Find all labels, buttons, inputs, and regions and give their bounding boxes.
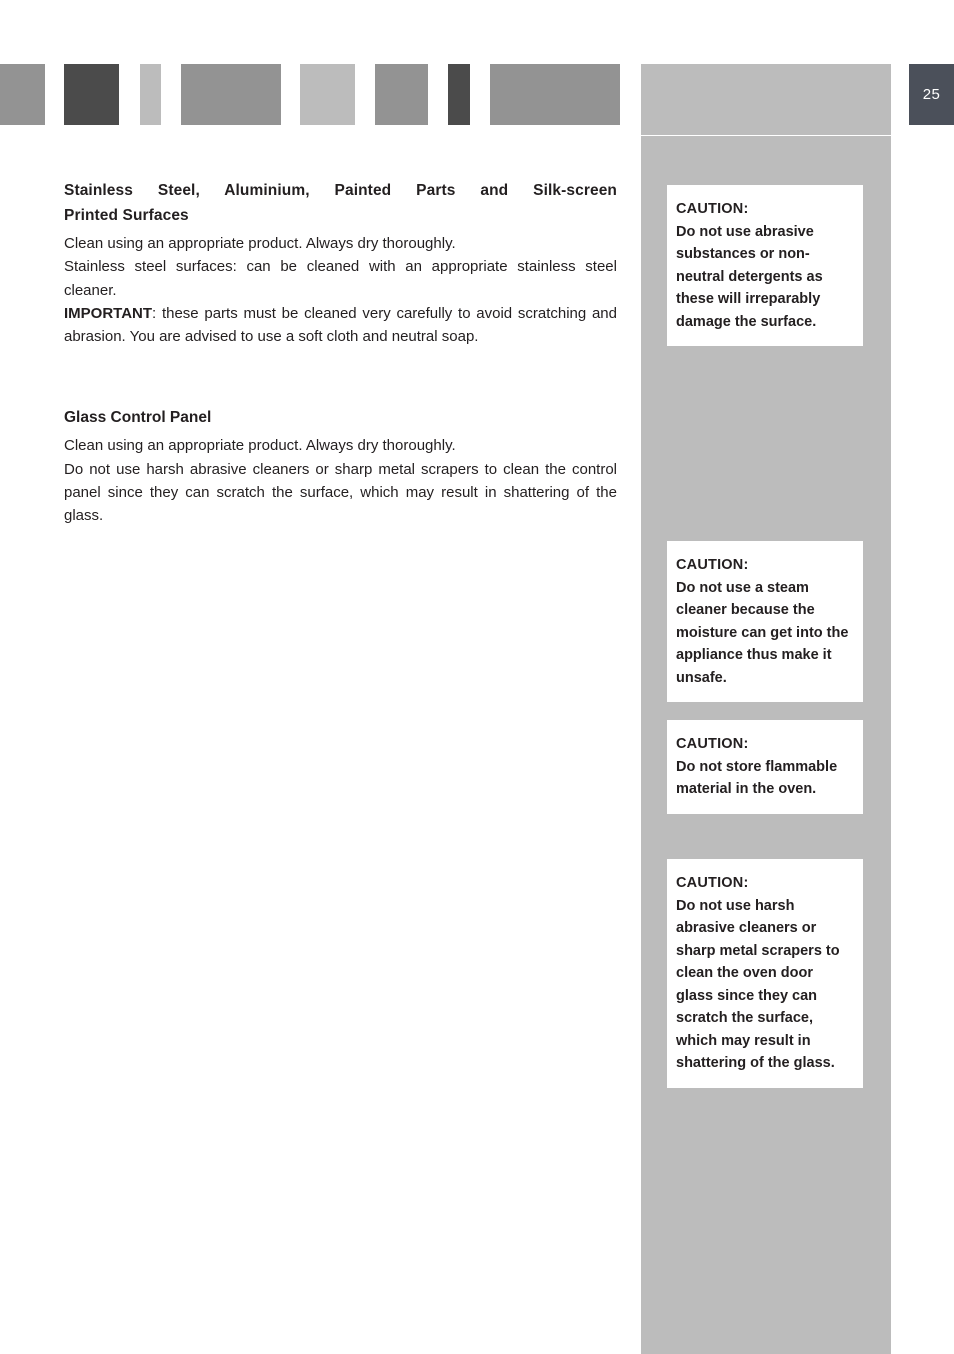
strip-bar-6 <box>375 64 428 125</box>
caution-text: Do not use abrasive substances or non-ne… <box>676 223 823 330</box>
heading-line-1: Stainless Steel, Aluminium, Painted Part… <box>64 182 617 199</box>
strip-bar-4 <box>181 64 281 125</box>
caution-title: CAUTION: <box>676 557 749 573</box>
strip-bar-8 <box>490 64 620 125</box>
section-stainless-steel: Stainless Steel, Aluminium, Painted Part… <box>64 178 617 348</box>
caution-box: CAUTION: Do not use a steam cleaner beca… <box>667 541 863 702</box>
section-heading-stainless-steel: Stainless Steel, Aluminium, Painted Part… <box>64 178 617 228</box>
stainless-paragraph-2-line-1: Stainless steel surfaces: can be cleaned… <box>64 258 617 276</box>
main-content-column: Stainless Steel, Aluminium, Painted Part… <box>64 178 617 528</box>
strip-bar-7 <box>448 64 470 125</box>
caution-box: CAUTION: Do not use harsh abrasive clean… <box>667 859 863 1088</box>
strip-bar-5 <box>300 64 355 125</box>
page-number-badge: 25 <box>909 64 954 125</box>
caution-box: CAUTION: Do not use abrasive substances … <box>667 185 863 346</box>
caution-text: Do not use harsh abrasive cleaners or sh… <box>676 897 840 1072</box>
caution-title: CAUTION: <box>676 736 749 752</box>
important-label: IMPORTANT <box>64 304 153 322</box>
caution-title: CAUTION: <box>676 875 749 891</box>
stainless-paragraph-2: Stainless steel surfaces: can be cleaned… <box>64 255 617 302</box>
top-decorative-strip: 25 <box>0 64 954 136</box>
glass-paragraph-1: Clean using an appropriate product. Alwa… <box>64 437 456 455</box>
strip-bar-3 <box>140 64 161 125</box>
stainless-paragraph-important: IMPORTANT: these parts must be cleaned v… <box>64 302 617 349</box>
stainless-paragraph-2-line-2: cleaner. <box>64 281 117 299</box>
glass-paragraph-2: Do not use harsh abrasive cleaners or sh… <box>64 460 617 525</box>
section-heading-glass-control-panel: Glass Control Panel <box>64 409 212 427</box>
section-glass-control-panel: Glass Control Panel Clean using an appro… <box>64 405 617 527</box>
caution-text: Do not store flammable material in the o… <box>676 758 838 798</box>
caution-text: Do not use a steam cleaner because the m… <box>676 579 849 686</box>
caution-title: CAUTION: <box>676 201 749 217</box>
strip-bar-9 <box>641 64 891 135</box>
page-number-label: 25 <box>922 86 941 103</box>
strip-bar-1 <box>0 64 45 125</box>
heading-line-2: Printed Surfaces <box>64 207 189 224</box>
stainless-paragraph-1: Clean using an appropriate product. Alwa… <box>64 235 456 252</box>
strip-bar-2 <box>64 64 119 125</box>
caution-box: CAUTION: Do not store flammable material… <box>667 720 863 814</box>
